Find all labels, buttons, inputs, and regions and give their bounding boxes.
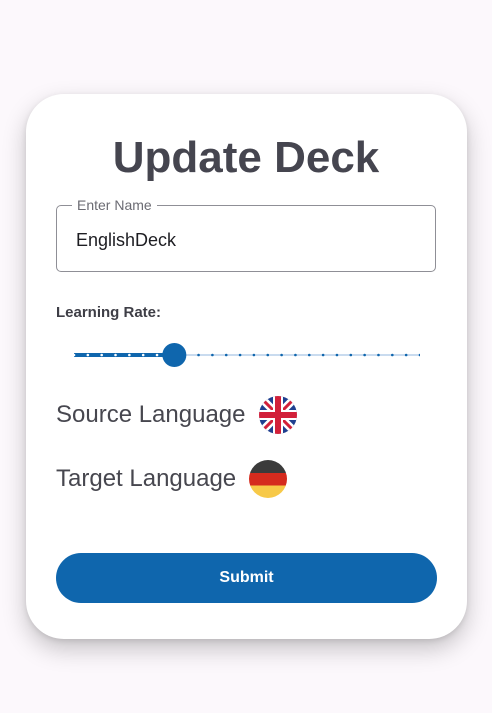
slider-tick <box>321 353 325 357</box>
learning-rate-slider[interactable] <box>74 340 420 370</box>
slider-tick <box>307 353 311 357</box>
learning-rate-label: Learning Rate: <box>56 304 162 321</box>
slider-tick <box>197 353 200 357</box>
slider-tick <box>335 353 339 357</box>
slider-tick <box>294 353 297 357</box>
slider-tick <box>211 353 214 357</box>
slider-tick <box>363 353 366 357</box>
slider-tick <box>266 353 270 357</box>
source-language-row[interactable]: Source Language <box>56 396 297 434</box>
slider-tick <box>404 353 408 357</box>
slider-tick <box>238 353 242 357</box>
source-language-label: Source Language <box>56 401 246 428</box>
slider-tick <box>280 353 283 357</box>
slider-tick <box>391 353 394 357</box>
slider-tick <box>252 353 256 357</box>
dialog-title: Update Deck <box>112 133 380 182</box>
target-language-row[interactable]: Target Language <box>56 460 288 498</box>
slider-tick <box>349 353 353 357</box>
slider-tick <box>128 353 131 357</box>
name-field-label: Enter Name <box>72 196 157 214</box>
uk-flag-icon[interactable] <box>258 396 297 434</box>
name-field[interactable]: Enter Name <box>56 196 436 272</box>
slider-tick <box>155 353 159 357</box>
slider-tick <box>224 353 228 357</box>
slider-tick <box>141 353 145 357</box>
slider-tick <box>86 353 90 357</box>
name-input[interactable] <box>76 230 406 251</box>
submit-button[interactable]: Submit <box>56 553 437 603</box>
slider-thumb[interactable] <box>162 343 187 367</box>
target-language-label: Target Language <box>56 465 237 492</box>
slider-tick <box>100 353 103 357</box>
slider-tick <box>114 353 117 357</box>
germany-flag-icon[interactable] <box>249 460 288 498</box>
slider-tick <box>377 353 380 357</box>
